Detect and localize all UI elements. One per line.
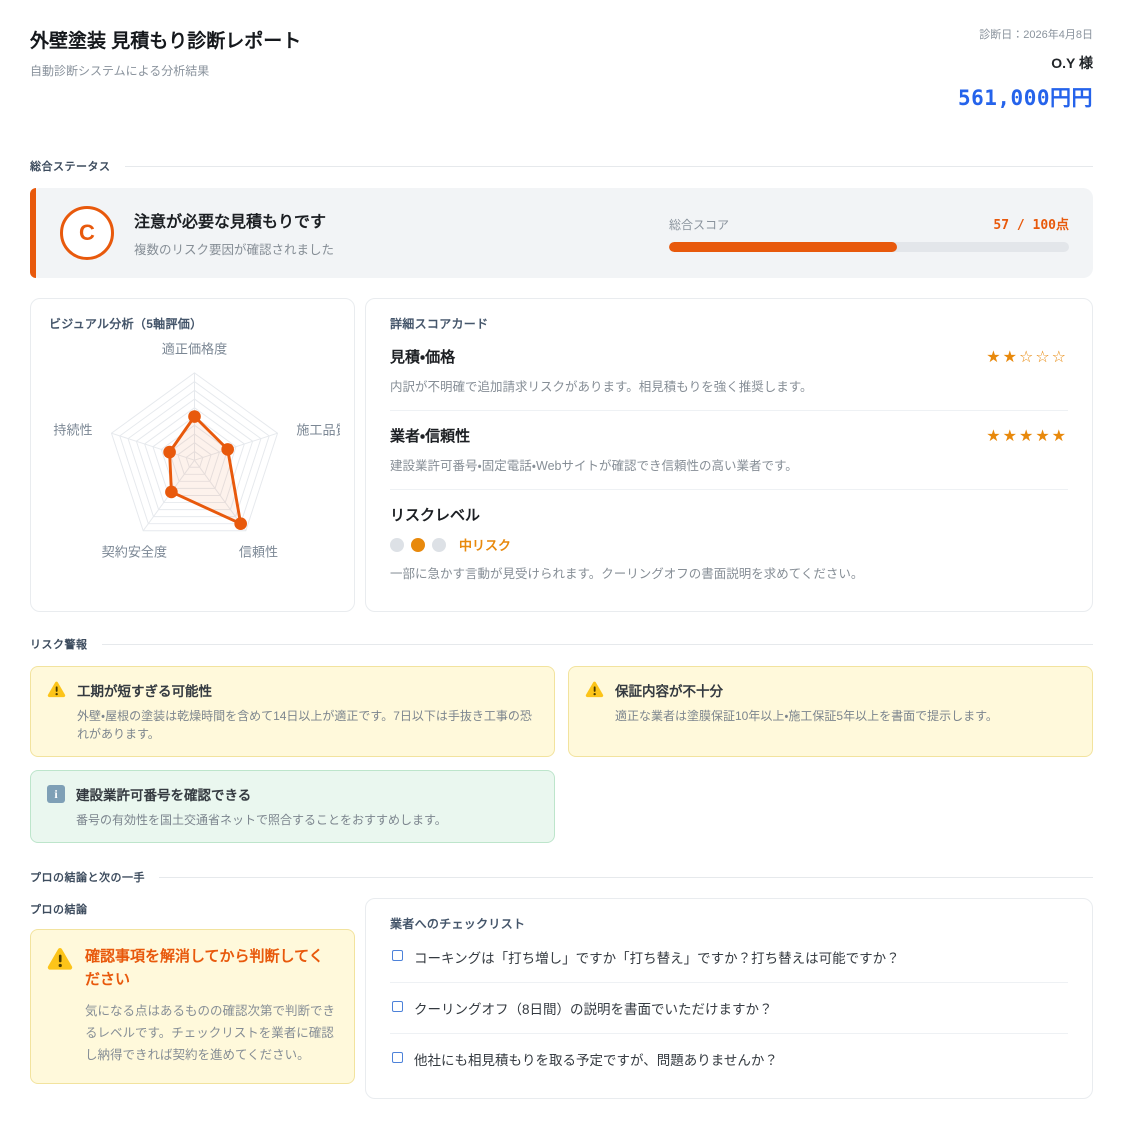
section-status: 総合ステータス bbox=[30, 158, 1093, 174]
svg-text:施工品質: 施工品質 bbox=[296, 422, 340, 437]
section-risk: リスク警報 bbox=[30, 636, 1093, 652]
status-accent-bar bbox=[30, 188, 36, 278]
info-icon: i bbox=[47, 785, 65, 803]
status-text-block: 注意が必要な見積もりです 複数のリスク要因が確認されました bbox=[134, 208, 334, 258]
star-rating: ★★☆☆☆ bbox=[986, 347, 1068, 367]
checklist-item-text: クーリングオフ（8日間）の説明を書面でいただけますか？ bbox=[414, 998, 773, 1018]
alert-desc: 外壁・屋根の塗装は乾燥時間を含めて14日以上が適正です。7日以下は手抜き工事の恐… bbox=[77, 707, 538, 743]
analysis-row: ビジュアル分析（5軸評価） 適正価格度施工品質信頼性 契約安全度 持続性 詳細スコア… bbox=[30, 298, 1093, 612]
conclusion-desc: 気になる点はあるものの確認次第で判断できるレベルです。チェックリストを業者に確認… bbox=[85, 1001, 338, 1067]
alert-card-warning: 工期が短すぎる可能性 外壁・屋根の塗装は乾燥時間を含めて14日以上が適正です。7… bbox=[30, 666, 555, 757]
checklist-item[interactable]: 他社にも相見積もりを取る予定ですが、問題ありませんか？ bbox=[390, 1034, 1068, 1084]
risk-level-text: 中リスク bbox=[459, 535, 511, 554]
scorecard-row-label: 見積・価格 bbox=[390, 346, 455, 367]
risk-level-desc: 一部に急かす言動が見受けられます。クーリングオフの書面説明を求めてください。 bbox=[390, 563, 1068, 582]
header-right: 診断日：2026年4月8日 O.Y 様 561,000円円 bbox=[958, 26, 1093, 112]
score-block: 総合スコア 57 / 100点 bbox=[669, 214, 1069, 252]
page-subtitle: 自動診断システムによる分析結果 bbox=[30, 62, 301, 79]
page-title: 外壁塗装 見積もり診断レポート bbox=[30, 26, 301, 53]
svg-text:契約安全度: 契約安全度 bbox=[102, 545, 167, 560]
checklist-title: 業者へのチェックリスト bbox=[390, 915, 1068, 932]
score-bar-fill bbox=[669, 242, 897, 252]
alert-body: 工期が短すぎる可能性 外壁・屋根の塗装は乾燥時間を含めて14日以上が適正です。7… bbox=[77, 680, 538, 743]
conclusion-body: 確認事項を解消してから判断してください 気になる点はあるものの確認次第で判断でき… bbox=[85, 946, 338, 1067]
scorecard-row-desc: 内訳が不明確で追加請求リスクがあります。相見積もりを強く推奨します。 bbox=[390, 376, 1068, 395]
alert-card-warning: 保証内容が不十分 適正な業者は塗膜保証10年以上・施工保証5年以上を書面で提示し… bbox=[568, 666, 1093, 757]
section-status-label: 総合ステータス bbox=[30, 158, 111, 174]
scorecard-row: 業者・信頼性 ★★★★★ 建設業許可番号・固定電話・Webサイトが確認でき信頼性… bbox=[390, 411, 1068, 490]
alert-desc: 適正な業者は塗膜保証10年以上・施工保証5年以上を書面で提示します。 bbox=[615, 707, 998, 725]
customer-name: O.Y 様 bbox=[958, 53, 1093, 73]
conclusion-sub-label: プロの結論 bbox=[30, 901, 355, 917]
pro-conclusion-card: 確認事項を解消してから判断してください 気になる点はあるものの確認次第で判断でき… bbox=[30, 929, 355, 1084]
svg-text:持続性: 持続性 bbox=[53, 422, 92, 437]
alert-title: 建設業許可番号を確認できる bbox=[76, 784, 447, 804]
warning-icon bbox=[47, 947, 73, 976]
checklist-item-text: コーキングは「打ち増し」ですか「打ち替え」ですか？打ち替えは可能ですか？ bbox=[414, 947, 900, 967]
alert-body: 保証内容が不十分 適正な業者は塗膜保証10年以上・施工保証5年以上を書面で提示し… bbox=[615, 680, 998, 725]
risk-level-label: リスクレベル bbox=[390, 504, 1068, 525]
score-value: 57 / 100点 bbox=[993, 214, 1069, 233]
risk-level-row: リスクレベル 中リスク 一部に急かす言動が見受けられます。クーリングオフの書面説… bbox=[390, 490, 1068, 597]
scorecard-row: 見積・価格 ★★☆☆☆ 内訳が不明確で追加請求リスクがあります。相見積もりを強く… bbox=[390, 332, 1068, 411]
warning-icon bbox=[585, 681, 604, 703]
section-risk-label: リスク警報 bbox=[30, 636, 88, 652]
alert-title: 保証内容が不十分 bbox=[615, 680, 998, 700]
detail-scorecard: 詳細スコアカード 見積・価格 ★★☆☆☆ 内訳が不明確で追加請求リスクがあります… bbox=[365, 298, 1093, 612]
alert-body: 建設業許可番号を確認できる 番号の有効性を国土交通省ネットで照合することをおすす… bbox=[76, 784, 447, 829]
risk-dots bbox=[390, 538, 446, 552]
radar-chart: 適正価格度施工品質信頼性 契約安全度 持続性 bbox=[49, 336, 340, 579]
svg-text:適正価格度: 適正価格度 bbox=[162, 341, 227, 356]
status-title: 注意が必要な見積もりです bbox=[134, 208, 334, 232]
warning-icon bbox=[47, 681, 66, 703]
section-conclusion-label: プロの結論と次の一手 bbox=[30, 869, 145, 885]
risk-dot bbox=[390, 538, 404, 552]
star-rating: ★★★★★ bbox=[986, 426, 1068, 446]
section-rule bbox=[159, 877, 1093, 878]
checklist-item-text: 他社にも相見積もりを取る予定ですが、問題ありませんか？ bbox=[414, 1049, 778, 1069]
alert-card-info: i 建設業許可番号を確認できる 番号の有効性を国土交通省ネットで照合することをお… bbox=[30, 770, 555, 843]
score-label: 総合スコア bbox=[669, 216, 729, 233]
risk-dot bbox=[432, 538, 446, 552]
score-progress-track bbox=[669, 242, 1069, 252]
svg-text:信頼性: 信頼性 bbox=[239, 545, 278, 560]
risk-dot bbox=[411, 538, 425, 552]
section-conclusion: プロの結論と次の一手 bbox=[30, 869, 1093, 885]
alerts-grid: 工期が短すぎる可能性 外壁・屋根の塗装は乾燥時間を含めて14日以上が適正です。7… bbox=[30, 666, 1093, 843]
checklist-item[interactable]: クーリングオフ（8日間）の説明を書面でいただけますか？ bbox=[390, 983, 1068, 1034]
checkbox-icon[interactable] bbox=[392, 950, 403, 961]
report-page: 外壁塗装 見積もり診断レポート 自動診断システムによる分析結果 診断日：2026… bbox=[0, 0, 1123, 1139]
diagnosis-date: 診断日：2026年4月8日 bbox=[958, 26, 1093, 42]
scorecard-title: 詳細スコアカード bbox=[390, 315, 1068, 332]
report-header: 外壁塗装 見積もり診断レポート 自動診断システムによる分析結果 診断日：2026… bbox=[30, 26, 1093, 112]
grade-badge: C bbox=[60, 206, 114, 260]
checklist-card: 業者へのチェックリスト コーキングは「打ち増し」ですか「打ち替え」ですか？打ち替… bbox=[365, 898, 1093, 1099]
scorecard-row-desc: 建設業許可番号・固定電話・Webサイトが確認でき信頼性の高い業者です。 bbox=[390, 455, 1068, 474]
header-left: 外壁塗装 見積もり診断レポート 自動診断システムによる分析結果 bbox=[30, 26, 301, 79]
estimate-price: 561,000円円 bbox=[958, 82, 1093, 112]
checkbox-icon[interactable] bbox=[392, 1052, 403, 1063]
alert-title: 工期が短すぎる可能性 bbox=[77, 680, 538, 700]
radar-card-title: ビジュアル分析（5軸評価） bbox=[49, 315, 340, 332]
overall-status-card: C 注意が必要な見積もりです 複数のリスク要因が確認されました 総合スコア 57… bbox=[30, 188, 1093, 278]
conclusion-column: プロの結論 確認事項を解消してから判断してください 気になる点はあるものの確認次… bbox=[30, 898, 355, 1099]
status-subtitle: 複数のリスク要因が確認されました bbox=[134, 239, 334, 258]
conclusion-row: プロの結論 確認事項を解消してから判断してください 気になる点はあるものの確認次… bbox=[30, 898, 1093, 1099]
conclusion-title: 確認事項を解消してから判断してください bbox=[85, 946, 338, 991]
visual-analysis-card: ビジュアル分析（5軸評価） 適正価格度施工品質信頼性 契約安全度 持続性 bbox=[30, 298, 355, 612]
section-rule bbox=[125, 166, 1094, 167]
checkbox-icon[interactable] bbox=[392, 1001, 403, 1012]
alert-desc: 番号の有効性を国土交通省ネットで照合することをおすすめします。 bbox=[76, 811, 447, 829]
scorecard-row-label: 業者・信頼性 bbox=[390, 425, 470, 446]
section-rule bbox=[102, 644, 1094, 645]
